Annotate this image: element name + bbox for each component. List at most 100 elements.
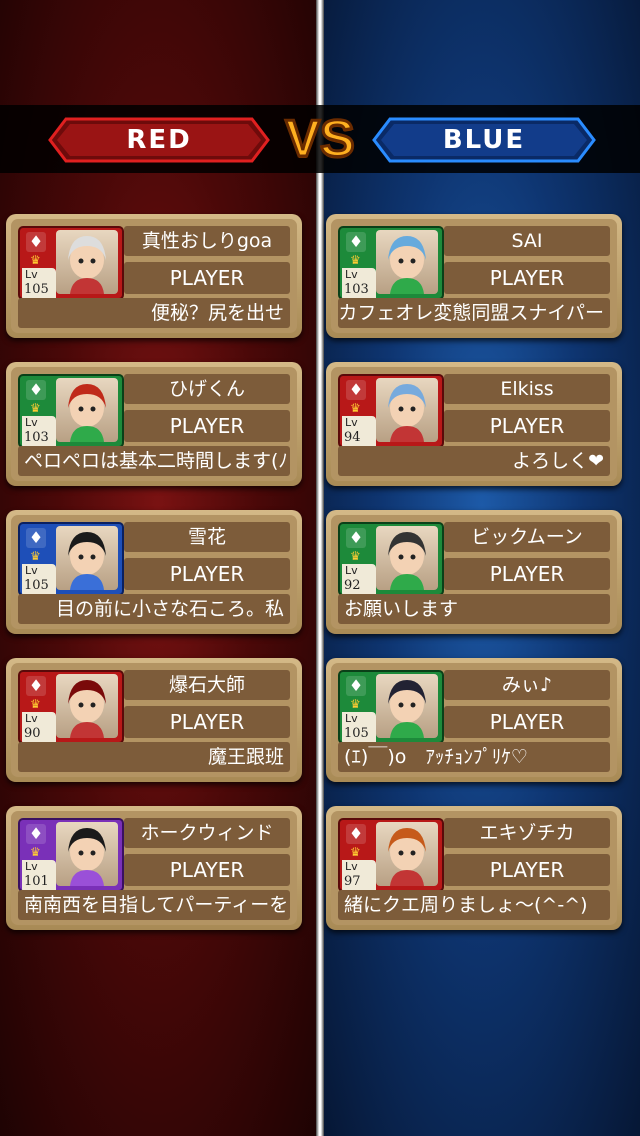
character-portrait [56,526,118,590]
red-player-card[interactable]: ♦ ♛ Lv 103 ひげくん PLAYER ペロペロは基本二時間します(ﾉ [6,362,302,486]
player-role: PLAYER [124,262,290,294]
level-value: 105 [344,726,369,741]
element-gem-icon: ♦ [346,380,366,400]
level-label: Lv [345,416,358,429]
level-box: Lv 97 [342,860,376,890]
player-role: PLAYER [444,262,610,294]
level-value: 90 [24,726,41,741]
blue-player-card[interactable]: ♦ ♛ Lv 105 みぃ♪ PLAYER (ｴ)￣)o ｱｯﾁｮﾝﾌﾟﾘｹ♡ [326,658,622,782]
player-message: ペロペロは基本二時間します(ﾉ [18,446,290,476]
level-badge: ♦ ♛ Lv 90 [22,674,56,742]
level-badge: ♦ ♛ Lv 94 [342,378,376,446]
player-message: 魔王跟班 [18,742,290,772]
player-avatar: ♦ ♛ Lv 105 [338,670,444,744]
level-badge: ♦ ♛ Lv 105 [22,230,56,298]
player-message: 南南西を目指してパーティーを [18,890,290,920]
level-box: Lv 105 [22,564,56,594]
level-box: Lv 103 [342,268,376,298]
blue-player-card[interactable]: ♦ ♛ Lv 94 Elkiss PLAYER よろしく❤ [326,362,622,486]
level-value: 94 [344,430,361,445]
character-portrait [376,822,438,886]
player-name: 真性おしりgoa [124,226,290,256]
level-label: Lv [25,860,38,873]
character-portrait [376,526,438,590]
blue-team-label: BLUE [442,125,526,155]
player-avatar: ♦ ♛ Lv 94 [338,374,444,448]
red-player-card[interactable]: ♦ ♛ Lv 105 雪花 PLAYER 目の前に小さな石ころ。私 [6,510,302,634]
character-portrait [376,378,438,442]
blue-player-card[interactable]: ♦ ♛ Lv 92 ビックムーン PLAYER お願いします [326,510,622,634]
level-label: Lv [345,712,358,725]
player-avatar: ♦ ♛ Lv 103 [18,374,124,448]
element-gem-icon: ♦ [346,824,366,844]
vs-label: VS [284,109,356,170]
crown-icon: ♛ [30,845,41,859]
level-label: Lv [25,564,38,577]
player-message: 目の前に小さな石ころ。私 [18,594,290,624]
level-badge: ♦ ♛ Lv 103 [22,378,56,446]
red-team-label: RED [126,125,192,155]
player-name: エキゾチカ [444,818,610,848]
level-badge: ♦ ♛ Lv 105 [342,674,376,742]
level-label: Lv [345,564,358,577]
crown-icon: ♛ [30,253,41,267]
crown-icon: ♛ [350,697,361,711]
red-player-card[interactable]: ♦ ♛ Lv 105 真性おしりgoa PLAYER 便秘？尻を出せ [6,214,302,338]
player-avatar: ♦ ♛ Lv 92 [338,522,444,596]
player-role: PLAYER [124,410,290,442]
crown-icon: ♛ [30,549,41,563]
player-name: ひげくん [124,374,290,404]
level-box: Lv 105 [22,268,56,298]
player-message: 便秘？尻を出せ [18,298,290,328]
blue-player-card[interactable]: ♦ ♛ Lv 103 SAI PLAYER カフェオレ変態同盟スナイパー [326,214,622,338]
player-name: 爆石大師 [124,670,290,700]
player-message: 緒にクエ周りましょ～(^-^) [338,890,610,920]
character-portrait [56,378,118,442]
level-badge: ♦ ♛ Lv 105 [22,526,56,594]
level-label: Lv [25,712,38,725]
red-team-banner: RED [48,117,270,163]
crown-icon: ♛ [30,401,41,415]
player-message: カフェオレ変態同盟スナイパー [338,298,610,328]
blue-team-banner: BLUE [372,117,596,163]
level-label: Lv [25,416,38,429]
player-role: PLAYER [124,706,290,738]
level-value: 105 [24,282,49,297]
player-name: ビックムーン [444,522,610,552]
player-role: PLAYER [444,558,610,590]
crown-icon: ♛ [350,549,361,563]
level-label: Lv [345,268,358,281]
player-name: Elkiss [444,374,610,404]
player-avatar: ♦ ♛ Lv 101 [18,818,124,892]
character-portrait [56,674,118,738]
crown-icon: ♛ [350,253,361,267]
level-box: Lv 90 [22,712,56,742]
blue-player-card[interactable]: ♦ ♛ Lv 97 エキゾチカ PLAYER 緒にクエ周りましょ～(^-^) [326,806,622,930]
player-name: SAI [444,226,610,256]
player-avatar: ♦ ♛ Lv 105 [18,226,124,300]
element-gem-icon: ♦ [346,232,366,252]
level-badge: ♦ ♛ Lv 101 [22,822,56,890]
player-name: ホークウィンド [124,818,290,848]
player-role: PLAYER [124,854,290,886]
level-value: 103 [24,430,49,445]
character-portrait [56,230,118,294]
player-role: PLAYER [444,854,610,886]
red-player-card[interactable]: ♦ ♛ Lv 90 爆石大師 PLAYER 魔王跟班 [6,658,302,782]
player-message: (ｴ)￣)o ｱｯﾁｮﾝﾌﾟﾘｹ♡ [338,742,610,772]
element-gem-icon: ♦ [26,528,46,548]
character-portrait [56,822,118,886]
level-badge: ♦ ♛ Lv 103 [342,230,376,298]
level-label: Lv [345,860,358,873]
red-player-card[interactable]: ♦ ♛ Lv 101 ホークウィンド PLAYER 南南西を目指してパーティーを [6,806,302,930]
level-value: 103 [344,282,369,297]
player-role: PLAYER [444,706,610,738]
player-message: よろしく❤ [338,446,610,476]
element-gem-icon: ♦ [26,824,46,844]
level-value: 105 [24,578,49,593]
player-name: みぃ♪ [444,670,610,700]
player-avatar: ♦ ♛ Lv 90 [18,670,124,744]
element-gem-icon: ♦ [26,232,46,252]
player-avatar: ♦ ♛ Lv 103 [338,226,444,300]
element-gem-icon: ♦ [26,676,46,696]
